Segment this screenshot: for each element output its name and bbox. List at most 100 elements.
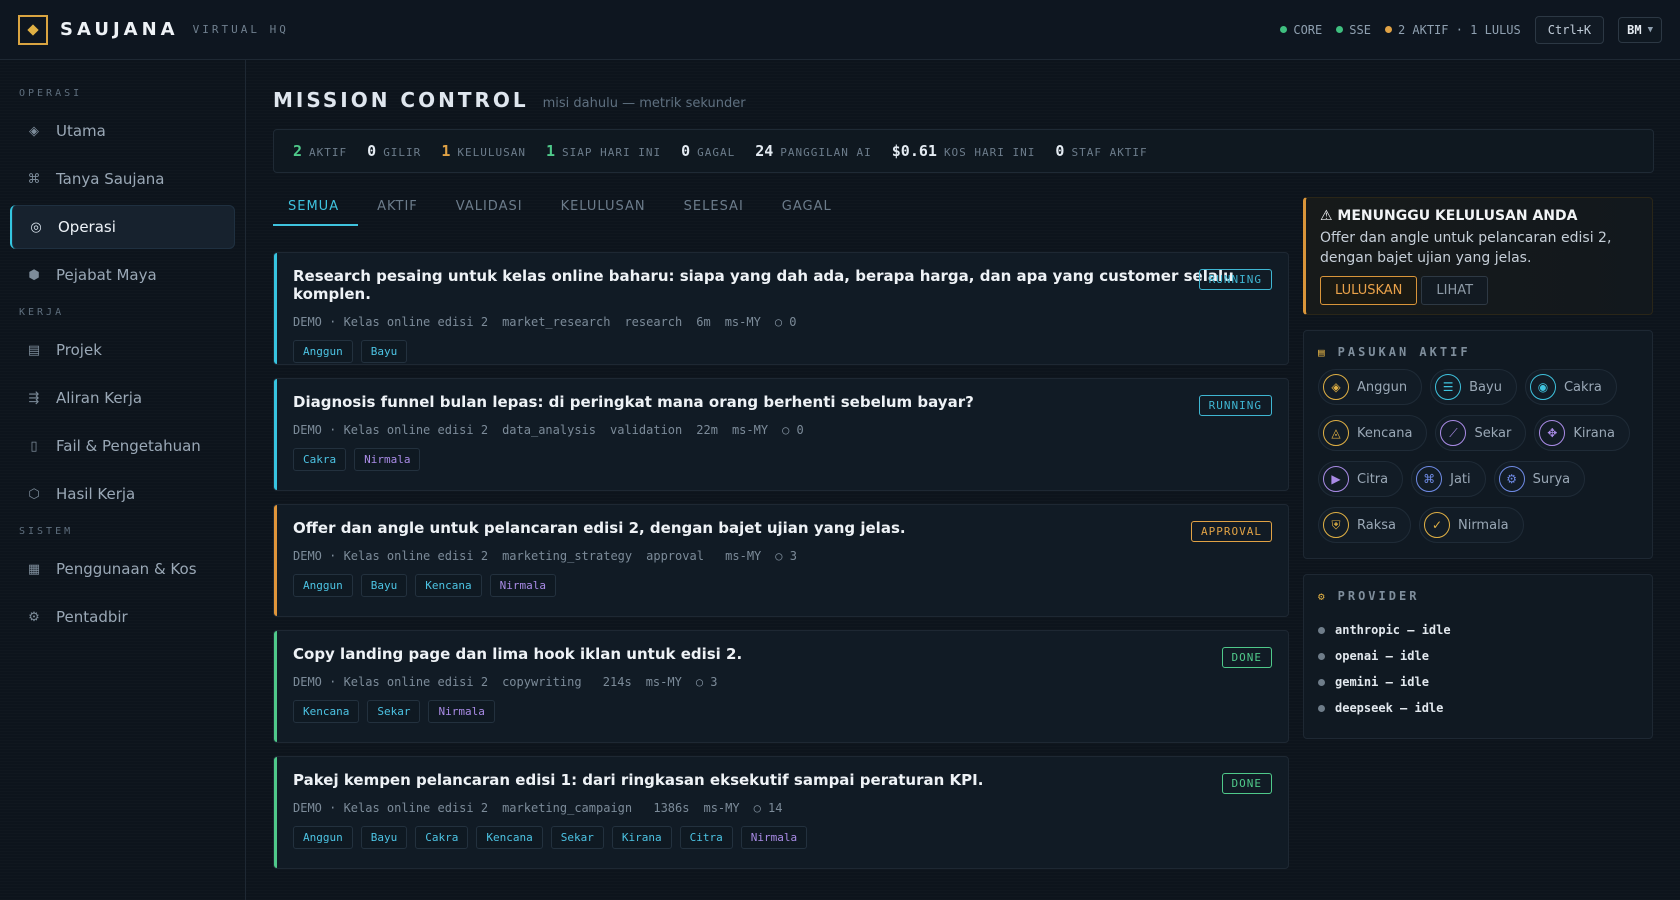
page-title: MISSION CONTROL — [273, 88, 529, 112]
sidebar-item-label: Tanya Saujana — [56, 170, 165, 188]
meta-field: 1386s — [646, 801, 690, 815]
mission-card[interactable]: Diagnosis funnel bulan lepas: di peringk… — [273, 378, 1289, 491]
agent-chip-citra[interactable]: ▶ Citra — [1318, 461, 1404, 497]
agent-tag[interactable]: Bayu — [360, 574, 408, 597]
provider-panel: ⚙ PROVIDER anthropic — idle openai — idle g… — [1303, 574, 1653, 739]
sidebar-item-operasi[interactable]: ◎ Operasi — [10, 205, 235, 249]
sidebar-item-projek[interactable]: ▤ Projek — [10, 328, 235, 372]
meta-field: validation — [610, 423, 683, 437]
approval-heading: ⚠ MENUNGGU KELULUSAN ANDA — [1320, 208, 1578, 224]
agent-tag[interactable]: Kirana — [611, 826, 672, 849]
meta-field: marketing_campaign — [502, 801, 633, 815]
sidebar-item-tanya-saujana[interactable]: ⌘ Tanya Saujana — [10, 157, 235, 201]
agent-tag[interactable]: Kencana — [293, 700, 360, 723]
agent-avatar-icon: ⚙ — [1498, 466, 1525, 492]
mission-card[interactable]: Copy landing page dan lima hook iklan un… — [273, 630, 1289, 743]
agent-chip-jati[interactable]: ⌘ Jati — [1411, 461, 1486, 497]
agent-tag[interactable]: Bayu — [360, 340, 408, 363]
tab-kelulusan[interactable]: KELULUSAN — [542, 199, 665, 226]
agent-tag[interactable]: Kencana — [415, 574, 482, 597]
stat-value: 2 — [293, 142, 303, 160]
nav-icon: ⚙ — [28, 609, 40, 625]
mission-card[interactable]: Offer dan angle untuk pelancaran edisi 2… — [273, 504, 1289, 617]
stat-label: KOS HARI INI — [943, 146, 1036, 159]
header-status-area: CORE SSE 2 AKTIF · 1 LULUS Ctrl+K BM ▼ — [1280, 15, 1662, 44]
sidebar-item-pejabat-maya[interactable]: ⬢ Pejabat Maya — [10, 253, 235, 297]
chevron-down-icon: ▼ — [1647, 24, 1653, 35]
agent-chip-bayu[interactable]: ☰ Bayu — [1430, 369, 1517, 405]
agent-chip-kencana[interactable]: ◬ Kencana — [1318, 415, 1428, 451]
sidebar-item-penggunaan-kos[interactable]: ▦ Penggunaan & Kos — [10, 547, 235, 591]
agent-list: ◈ Anggun ☰ Bayu ◉ Cakra ◬ Kencana ⟋ Sekar ✥ Kirana ▶… — [1318, 369, 1638, 543]
sidebar-item-aliran-kerja[interactable]: ⇶ Aliran Kerja — [10, 376, 235, 420]
agent-chip-anggun[interactable]: ◈ Anggun — [1318, 369, 1423, 405]
meta-field: ms-MY — [724, 315, 761, 329]
status-stripe — [274, 379, 277, 490]
provider-item: openai — idle — [1318, 643, 1638, 669]
status-badge: RUNNING — [1198, 395, 1272, 416]
agent-chip-sekar[interactable]: ⟋ Sekar — [1435, 415, 1527, 451]
agent-tag[interactable]: Anggun — [293, 574, 353, 597]
sidebar-item-pentadbir[interactable]: ⚙ Pentadbir — [10, 595, 235, 639]
nav-icon: ⬡ — [28, 486, 40, 502]
tab-selesai[interactable]: SELESAI — [665, 199, 763, 226]
agent-name: Anggun — [1357, 379, 1408, 395]
agent-tag[interactable]: Nirmala — [428, 700, 495, 723]
agent-tag[interactable]: Cakra — [415, 826, 469, 849]
agent-name: Kencana — [1357, 425, 1413, 441]
status-active: 2 AKTIF · 1 LULUS — [1384, 23, 1521, 37]
sidebar-item-hasil-kerja[interactable]: ⬡ Hasil Kerja — [10, 472, 235, 516]
sidebar-item-fail-pengetahuan[interactable]: ▯ Fail & Pengetahuan — [10, 424, 235, 468]
agent-avatar-icon: ⟋ — [1440, 420, 1467, 446]
mission-card[interactable]: Research pesaing untuk kelas online baha… — [273, 252, 1289, 365]
stat-value: 0 — [367, 142, 377, 160]
agent-tag[interactable]: Bayu — [360, 826, 408, 849]
sidebar-item-utama[interactable]: ◈ Utama — [10, 109, 235, 153]
agent-avatar-icon: ◈ — [1323, 374, 1349, 400]
agent-tag[interactable]: Citra — [679, 826, 733, 849]
agent-tag[interactable]: Nirmala — [489, 574, 556, 597]
agent-tag[interactable]: Cakra — [293, 448, 347, 471]
nav-icon: ▤ — [27, 342, 41, 358]
agent-chip-raksa[interactable]: ⛨ Raksa — [1318, 507, 1411, 543]
agent-chip-surya[interactable]: ⚙ Surya — [1493, 461, 1586, 497]
top-bar: SAUJANA VIRTUAL HQ CORE SSE 2 AKTIF · 1 … — [0, 0, 1680, 60]
stat-value: 24 — [755, 142, 774, 160]
meta-field: approval — [646, 549, 704, 563]
agent-tag[interactable]: Kencana — [476, 826, 543, 849]
stat-item: 1 KELULUSAN — [441, 142, 526, 160]
agent-tag[interactable]: Sekar — [367, 700, 421, 723]
agent-tag[interactable]: Nirmala — [354, 448, 421, 471]
agent-name: Nirmala — [1457, 517, 1509, 533]
tab-semua[interactable]: SEMUA — [273, 199, 359, 226]
tab-aktif[interactable]: AKTIF — [358, 199, 437, 226]
status-dot-icon — [1318, 626, 1325, 634]
command-palette-button[interactable]: Ctrl+K — [1534, 15, 1605, 44]
agent-tag[interactable]: Sekar — [550, 826, 604, 849]
tab-gagal[interactable]: GAGAL — [763, 199, 851, 226]
sidebar-item-label: Projek — [56, 341, 102, 359]
stat-item: $0.61 KOS HARI INI — [892, 142, 1036, 160]
agent-chip-kirana[interactable]: ✥ Kirana — [1534, 415, 1630, 451]
mission-card[interactable]: Pakej kempen pelancaran edisi 1: dari ri… — [273, 756, 1289, 869]
provider-item: deepseek — idle — [1318, 695, 1638, 721]
provider-item: gemini — idle — [1318, 669, 1638, 695]
agent-name: Surya — [1532, 471, 1571, 487]
agent-chip-nirmala[interactable]: ✓ Nirmala — [1418, 507, 1524, 543]
meta-field: research — [624, 315, 683, 329]
tab-validasi[interactable]: VALIDASI — [437, 199, 542, 226]
agent-tag[interactable]: Anggun — [293, 340, 353, 363]
meta-field: DEMO · Kelas online edisi 2 — [293, 423, 489, 437]
approval-panel: ⚠ MENUNGGU KELULUSAN ANDA Offer dan angl… — [1303, 197, 1653, 315]
agent-chip-cakra[interactable]: ◉ Cakra — [1524, 369, 1617, 405]
agent-tag[interactable]: Nirmala — [740, 826, 808, 849]
view-button[interactable]: LIHAT — [1421, 276, 1489, 305]
language-select[interactable]: BM ▼ — [1618, 16, 1662, 43]
mission-tags: Anggun Bayu — [293, 340, 1271, 363]
meta-field: ○ 14 — [753, 801, 783, 815]
mission-tags: Kencana Sekar Nirmala — [293, 700, 1271, 723]
status-dot-icon — [1318, 704, 1325, 712]
approve-button[interactable]: LULUSKAN — [1320, 276, 1418, 305]
status-badge: APPROVAL — [1191, 521, 1272, 542]
agent-tag[interactable]: Anggun — [293, 826, 353, 849]
